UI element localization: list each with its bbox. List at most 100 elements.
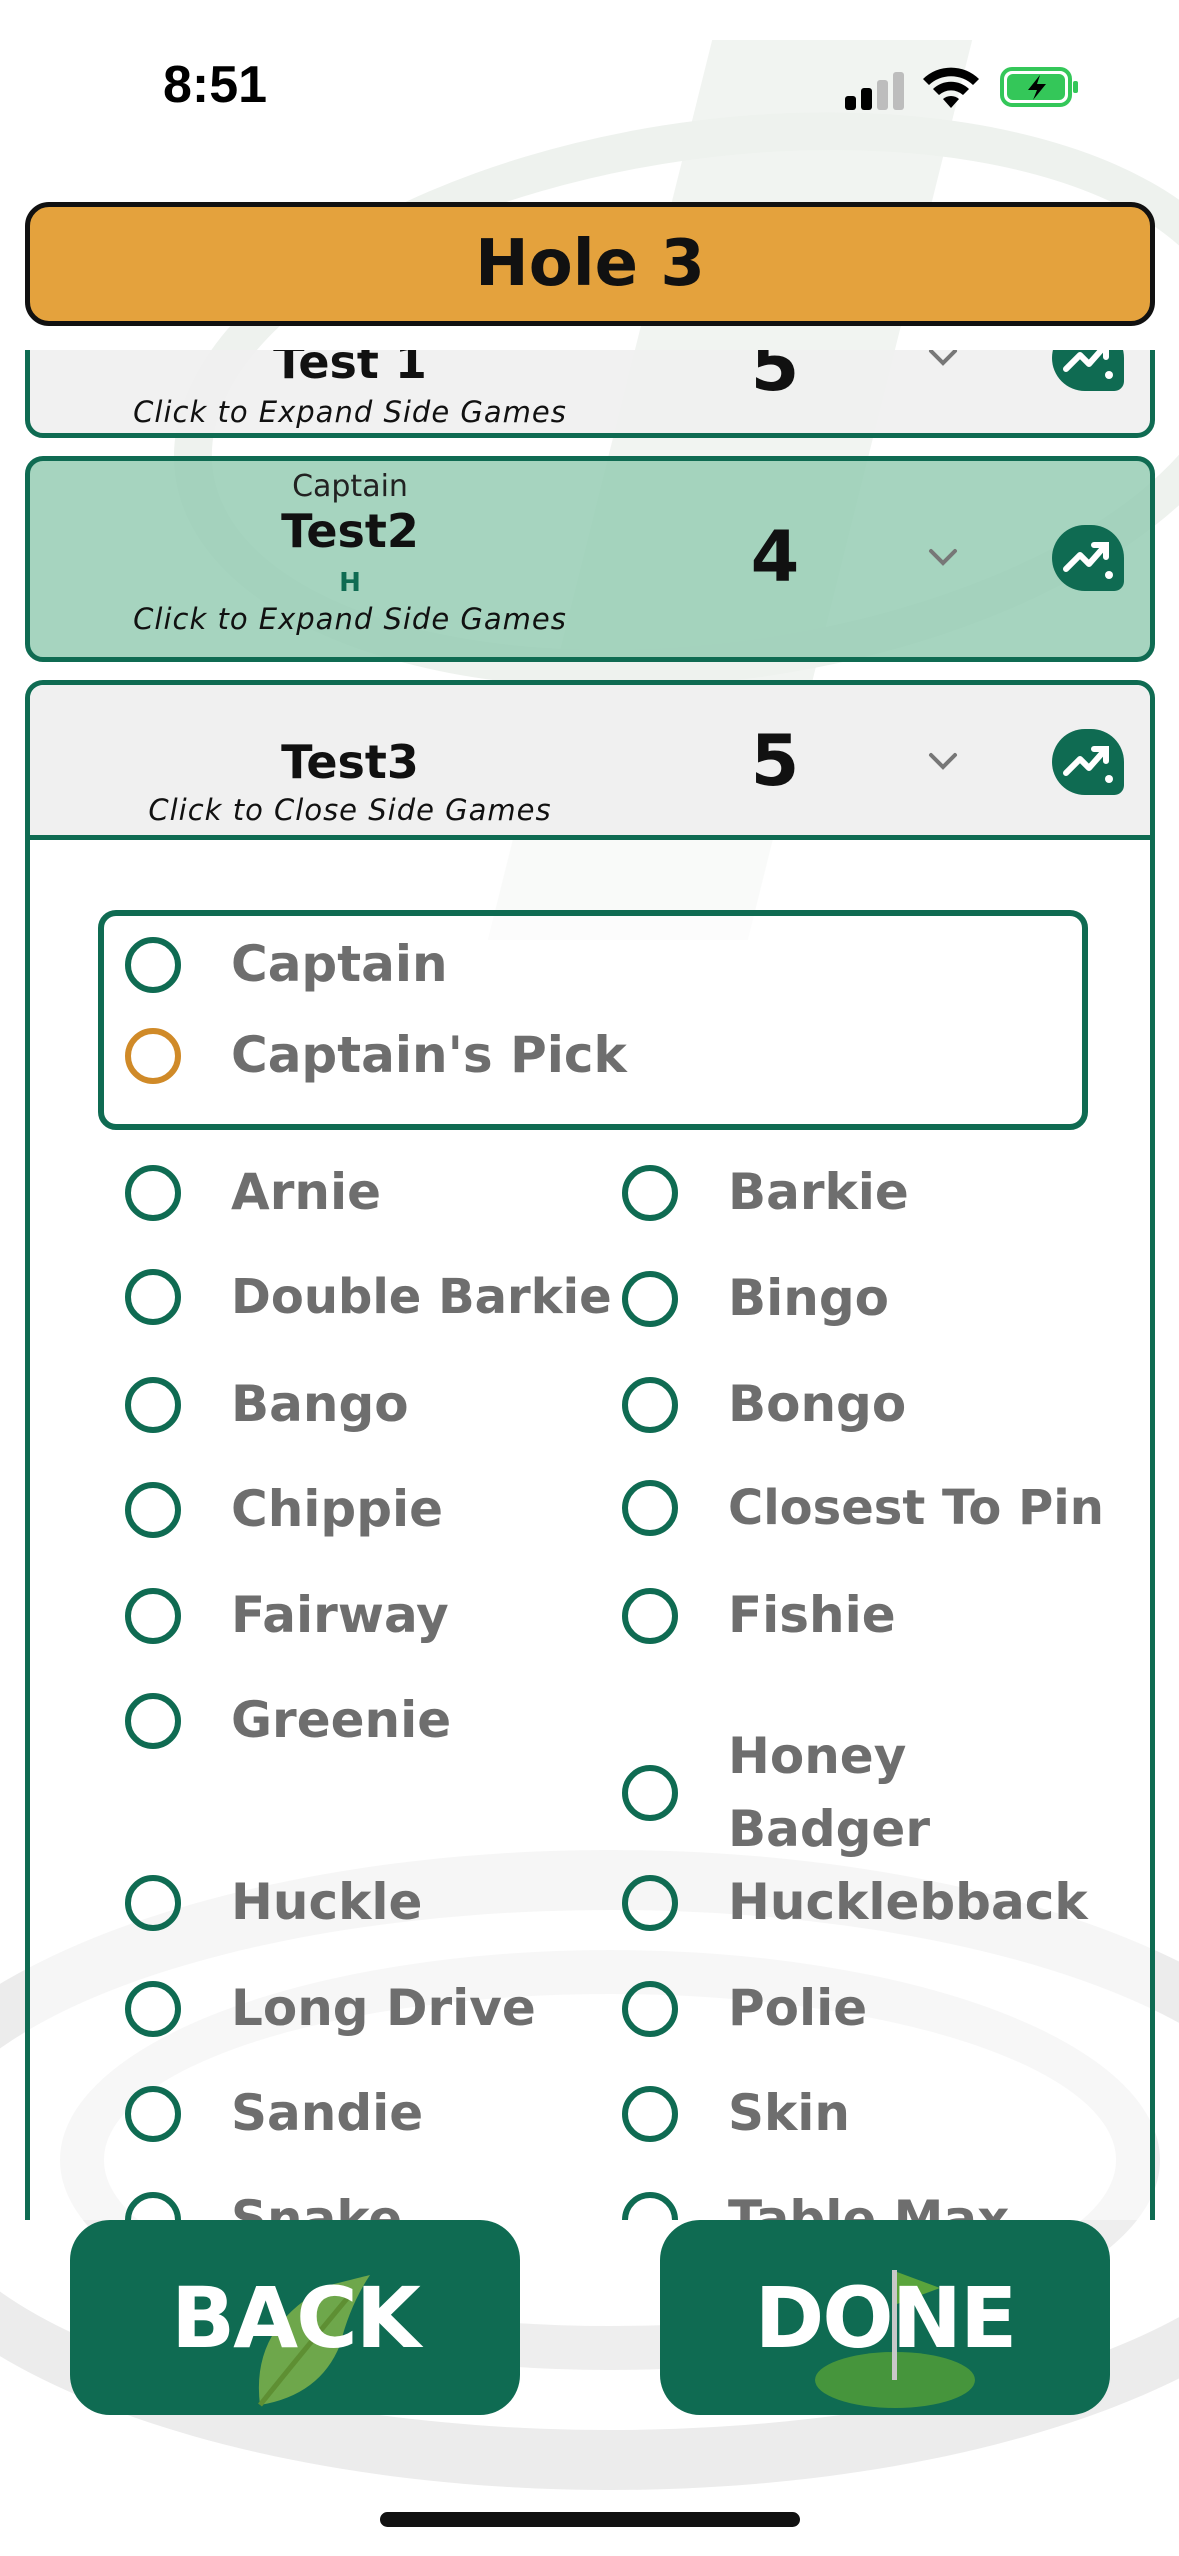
back-button[interactable]: BACK — [70, 2220, 520, 2415]
signal-icon — [845, 70, 905, 110]
player-info: Test 1 Click to Expand Side Games — [30, 350, 670, 429]
status-time: 8:51 — [163, 56, 268, 114]
radio-button[interactable] — [622, 1164, 678, 1221]
radio-button[interactable] — [125, 1980, 181, 2037]
option-label: Bongo — [728, 1375, 907, 1433]
player-card-test2[interactable]: Captain Test2 H Click to Expand Side Gam… — [25, 456, 1155, 662]
radio-button[interactable] — [622, 1587, 678, 1644]
home-indicator — [380, 2512, 800, 2527]
radio-button[interactable] — [125, 1376, 181, 1433]
wifi-icon — [923, 67, 979, 108]
option-captain[interactable]: Captain — [125, 927, 448, 1002]
expand-hint: Click to Expand Side Games — [133, 395, 567, 429]
option-side-game[interactable]: Polie — [622, 1971, 867, 2046]
option-side-game[interactable]: Chippie — [125, 1472, 443, 1547]
radio-button[interactable] — [125, 1692, 181, 1749]
option-side-game[interactable]: Barkie — [622, 1155, 909, 1230]
status-bar: 8:51 — [0, 0, 1179, 175]
option-side-game[interactable]: Bango — [125, 1367, 409, 1442]
option-captains-pick[interactable]: Captain's Pick — [125, 1018, 627, 1093]
option-side-game[interactable]: Closest To Pin — [622, 1472, 1104, 1544]
option-label: Table Max — [728, 2190, 1010, 2220]
option-side-game[interactable]: Honey Badger — [622, 1720, 988, 1865]
player-info: Test3 Click to Close Side Games — [30, 735, 670, 827]
option-side-game[interactable]: Greenie — [125, 1683, 451, 1758]
player-handicap: H — [339, 568, 361, 598]
option-side-game[interactable]: Long Drive — [125, 1971, 536, 2046]
option-label: Double Barkie — [231, 1269, 612, 1325]
chevron-down-icon[interactable] — [923, 350, 963, 377]
radio-button[interactable] — [622, 1874, 678, 1931]
radio-button[interactable] — [125, 1027, 181, 1084]
done-button-label: DONE — [754, 2268, 1018, 2367]
hole-header: Hole 3 — [25, 202, 1155, 326]
option-label: Long Drive — [231, 1979, 536, 2037]
hole-title: Hole 3 — [475, 227, 705, 301]
player-name: Test2 — [281, 504, 419, 558]
battery-charging-icon — [1000, 67, 1078, 107]
option-side-game[interactable]: Arnie — [125, 1155, 381, 1230]
radio-button[interactable] — [622, 2085, 678, 2142]
radio-button[interactable] — [622, 1270, 678, 1327]
player-name: Test3 — [281, 735, 419, 789]
option-label: Arnie — [231, 1163, 381, 1221]
option-label: Chippie — [231, 1480, 444, 1538]
radio-button[interactable] — [125, 1874, 181, 1931]
option-label: Fishie — [728, 1586, 896, 1644]
radio-button[interactable] — [125, 1587, 181, 1644]
option-side-game[interactable]: Fishie — [622, 1578, 896, 1653]
player-info: Captain Test2 H Click to Expand Side Gam… — [30, 469, 670, 636]
stats-trend-icon[interactable] — [1052, 525, 1124, 591]
radio-button[interactable] — [125, 1164, 181, 1221]
option-side-game[interactable]: Huckle — [125, 1865, 422, 1940]
option-side-game[interactable]: Sandie — [125, 2076, 423, 2151]
close-hint: Click to Close Side Games — [148, 793, 552, 827]
option-label: Polie — [728, 1979, 868, 2037]
player-score: 4 — [750, 516, 800, 598]
stats-trend-icon[interactable] — [1052, 729, 1124, 795]
player-role: Captain — [292, 469, 408, 504]
option-side-game[interactable]: Hucklebback — [622, 1865, 1088, 1940]
player-card-header[interactable]: Test3 Click to Close Side Games 5 — [30, 685, 1150, 840]
option-side-game[interactable]: Table Max — [622, 2182, 1009, 2220]
option-label: Honey Badger — [728, 1727, 931, 1858]
option-label: Bango — [231, 1375, 409, 1433]
option-label: Barkie — [728, 1163, 909, 1221]
player-score: 5 — [750, 720, 800, 802]
radio-button[interactable] — [125, 2191, 181, 2220]
radio-button[interactable] — [125, 1481, 181, 1538]
option-side-game[interactable]: Double Barkie — [125, 1261, 612, 1333]
option-label: Skin — [728, 2084, 850, 2142]
chevron-down-icon[interactable] — [923, 537, 963, 577]
option-label: Captain — [231, 935, 448, 993]
players-scroll-area[interactable]: Test 1 Click to Expand Side Games 5 Capt… — [0, 350, 1179, 2220]
radio-button[interactable] — [622, 1980, 678, 2037]
option-label: Captain's Pick — [231, 1026, 627, 1084]
player-card-test3-expanded[interactable]: Test3 Click to Close Side Games 5 Captai… — [25, 680, 1155, 2220]
player-name: Test 1 — [273, 350, 427, 389]
option-label: Fairway — [231, 1586, 449, 1644]
chevron-down-icon[interactable] — [923, 741, 963, 781]
back-button-label: BACK — [171, 2268, 421, 2367]
radio-button[interactable] — [622, 1376, 678, 1433]
player-score: 5 — [750, 350, 800, 407]
option-side-game[interactable]: Bongo — [622, 1367, 906, 1442]
option-label: Snake — [231, 2190, 403, 2220]
radio-button[interactable] — [622, 1480, 678, 1536]
done-button[interactable]: DONE — [660, 2220, 1110, 2415]
option-side-game[interactable]: Fairway — [125, 1578, 449, 1653]
option-label: Bingo — [728, 1269, 889, 1327]
expand-hint: Click to Expand Side Games — [133, 602, 567, 636]
stats-trend-icon[interactable] — [1052, 350, 1124, 391]
player-card-test1[interactable]: Test 1 Click to Expand Side Games 5 — [25, 350, 1155, 438]
radio-button[interactable] — [125, 936, 181, 993]
radio-button[interactable] — [125, 1269, 181, 1325]
radio-button[interactable] — [125, 2085, 181, 2142]
radio-button[interactable] — [622, 2191, 678, 2220]
option-side-game[interactable]: Skin — [622, 2076, 850, 2151]
option-side-game[interactable]: Bingo — [622, 1261, 889, 1336]
option-side-game[interactable]: Snake — [125, 2182, 402, 2220]
option-label: Closest To Pin — [728, 1480, 1104, 1536]
radio-button[interactable] — [622, 1764, 678, 1821]
option-label: Sandie — [231, 2084, 424, 2142]
